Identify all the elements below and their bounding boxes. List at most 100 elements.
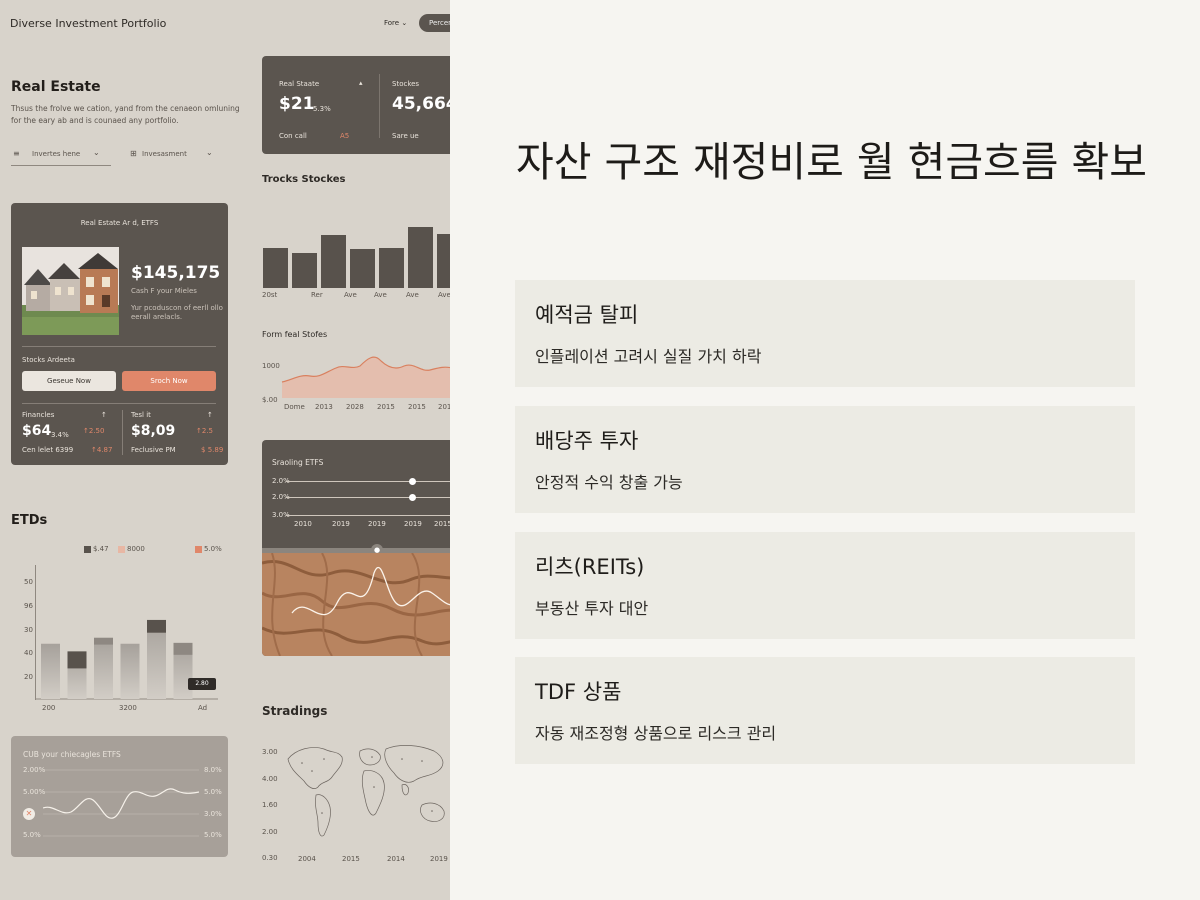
item-title: 예적금 탈피	[535, 303, 639, 327]
tracks-x-tick: Ave	[374, 291, 387, 299]
tracks-bar	[321, 235, 346, 288]
cub-right-tick: 5.0%	[204, 831, 222, 839]
trending-card: Sraoling ETFS 2.0% 2.0% 3.0% 2010 2019 2…	[262, 440, 450, 656]
house-photo	[22, 247, 119, 335]
property-section-label: Stocks Ardeeta	[22, 356, 75, 364]
slide-content: 자산 구조 재정비로 월 현금흐름 확보 예적금 탈피 인플레이션 고려시 실질…	[450, 0, 1200, 900]
stat2-footer: Feclusive PM	[131, 446, 176, 454]
legend-label: $.47	[93, 545, 109, 553]
property-left-button[interactable]: Geseue Now	[22, 371, 116, 391]
form-y-top: 1000	[262, 362, 280, 370]
trending-title: Sraoling ETFS	[272, 458, 324, 467]
tracks-x-tick: Rer	[311, 291, 323, 299]
item-desc: 인플레이션 고려시 실질 가치 하락	[535, 347, 762, 366]
form-x-tick: 2013	[315, 403, 333, 411]
stat2-value: $8,09	[131, 423, 176, 439]
etds-title: ETDs	[11, 513, 48, 528]
stat1-footer-right: ↑4.87	[91, 446, 112, 455]
stat2-footer-right: $ 5.89	[201, 446, 223, 455]
stradings-x-tick: 2014	[387, 855, 405, 863]
stradings-x-tick: 2015	[342, 855, 360, 863]
stradings-y-tick: 3.00	[262, 748, 278, 756]
trending-x-tick: 2019	[404, 520, 422, 528]
tracks-x-tick: Ave	[438, 291, 450, 299]
property-subtitle: Cash F your Mieles	[131, 287, 197, 295]
menu-icon: ≡	[13, 149, 20, 158]
top-summary-card: Real Staate ▴ $21 5.3% Con call A5 Stock…	[262, 56, 450, 154]
tracks-bar-chart	[263, 227, 450, 288]
property-desc-line2: eerall arelacls.	[131, 313, 183, 321]
stat2-change: ↑2.5	[196, 427, 213, 436]
etds-y-tick: 20	[24, 673, 33, 681]
real-estate-desc-line2: for the eary ab and is counaed any portf…	[11, 116, 179, 125]
stat1-small: 3.4%	[51, 431, 69, 439]
top-card-left-footer-right: A5	[340, 132, 350, 140]
stat1-change: ↑2.50	[83, 427, 104, 436]
top-card-left-label: Real Staate	[279, 80, 320, 88]
dashboard-mockup-image: Diverse Investment Portfolio Fore ⌄ Perc…	[0, 0, 450, 900]
tracks-x-tick: 20st	[262, 291, 278, 299]
cub-line-chart	[43, 769, 199, 837]
arrow-up-icon: ▴	[359, 79, 363, 87]
etds-bar-top	[173, 642, 193, 655]
etds-tooltip: 2.80	[188, 678, 216, 690]
legend-swatch	[195, 546, 202, 553]
close-icon[interactable]: ✕	[23, 808, 35, 820]
divider	[379, 74, 380, 138]
slider2-thumb[interactable]	[409, 494, 416, 501]
top-card-right-value: 45,664	[392, 94, 450, 114]
tracks-x-tick: Ave	[344, 291, 357, 299]
top-card-left-footer: Con call	[279, 132, 307, 140]
legend-swatch	[84, 546, 91, 553]
divider	[122, 410, 123, 455]
cub-right-tick: 8.0%	[204, 766, 222, 774]
stradings-title: Stradings	[262, 704, 328, 718]
property-value: $145,175	[131, 263, 221, 283]
stat1-footer: Cen lelet 6399	[22, 446, 74, 454]
chevron-down-icon: ⌄	[93, 148, 100, 157]
invest-dropdown-1[interactable]: ≡ Invertes hene ⌄	[11, 146, 111, 166]
divider	[22, 403, 216, 404]
tracks-bar	[350, 249, 375, 288]
header-button[interactable]: Percen	[419, 14, 450, 32]
invest-dropdown-1-label: Invertes hene	[32, 150, 81, 158]
invest-dropdown-2[interactable]: ⊞ Invesasment ⌄	[128, 146, 220, 166]
slide-title: 자산 구조 재정비로 월 현금흐름 확보	[516, 138, 1147, 186]
cub-right-tick: 3.0%	[204, 810, 222, 818]
etds-bar-top	[94, 637, 113, 645]
wood-texture-image	[262, 553, 450, 656]
stat2-change-value: 2.5	[201, 427, 214, 435]
top-card-left-small: 5.3%	[313, 105, 331, 113]
item-title: 배당주 투자	[535, 429, 639, 453]
etds-y-tick: 40	[24, 649, 33, 657]
cub-right-tick: 5.0%	[204, 788, 222, 796]
stat1-footer-right-value: 4.87	[96, 446, 113, 454]
stat1-value: $64	[22, 423, 52, 439]
header-dropdown[interactable]: Fore ⌄	[384, 19, 407, 28]
slider1-track[interactable]	[286, 481, 450, 482]
stat1-change-value: 2.50	[88, 427, 105, 435]
cub-left-tick: 5.00%	[23, 788, 46, 796]
tracks-bar	[263, 248, 288, 288]
etds-bar-top	[67, 651, 87, 669]
chevron-down-icon: ⌄	[206, 148, 213, 157]
tracks-x-tick: Ave	[406, 291, 419, 299]
etds-bar	[120, 643, 140, 699]
grid-icon: ⊞	[130, 149, 137, 158]
cub-title: CUB your chiecagles ETFS	[23, 750, 121, 759]
property-right-button[interactable]: Sroch Now	[122, 371, 216, 391]
etds-bar-top	[147, 619, 166, 633]
app-title: Diverse Investment Portfolio	[10, 17, 167, 30]
arrow-up-icon: ↑	[207, 411, 213, 419]
property-card: Real Estate Ar d, ETFS $145,175 Cash F y…	[11, 203, 228, 465]
slider2-track[interactable]	[286, 497, 450, 498]
slider1-thumb[interactable]	[409, 478, 416, 485]
form-x-tick: 2015	[438, 403, 450, 411]
stradings-y-tick: 2.00	[262, 828, 278, 836]
form-title: Form feal Stofes	[262, 330, 328, 339]
form-x-tick: Dome	[284, 403, 305, 411]
stat2-label: Tesl it	[131, 411, 151, 419]
dollar-icon: $	[201, 446, 206, 454]
tracks-bar	[379, 248, 404, 288]
slider3-track	[286, 515, 450, 516]
